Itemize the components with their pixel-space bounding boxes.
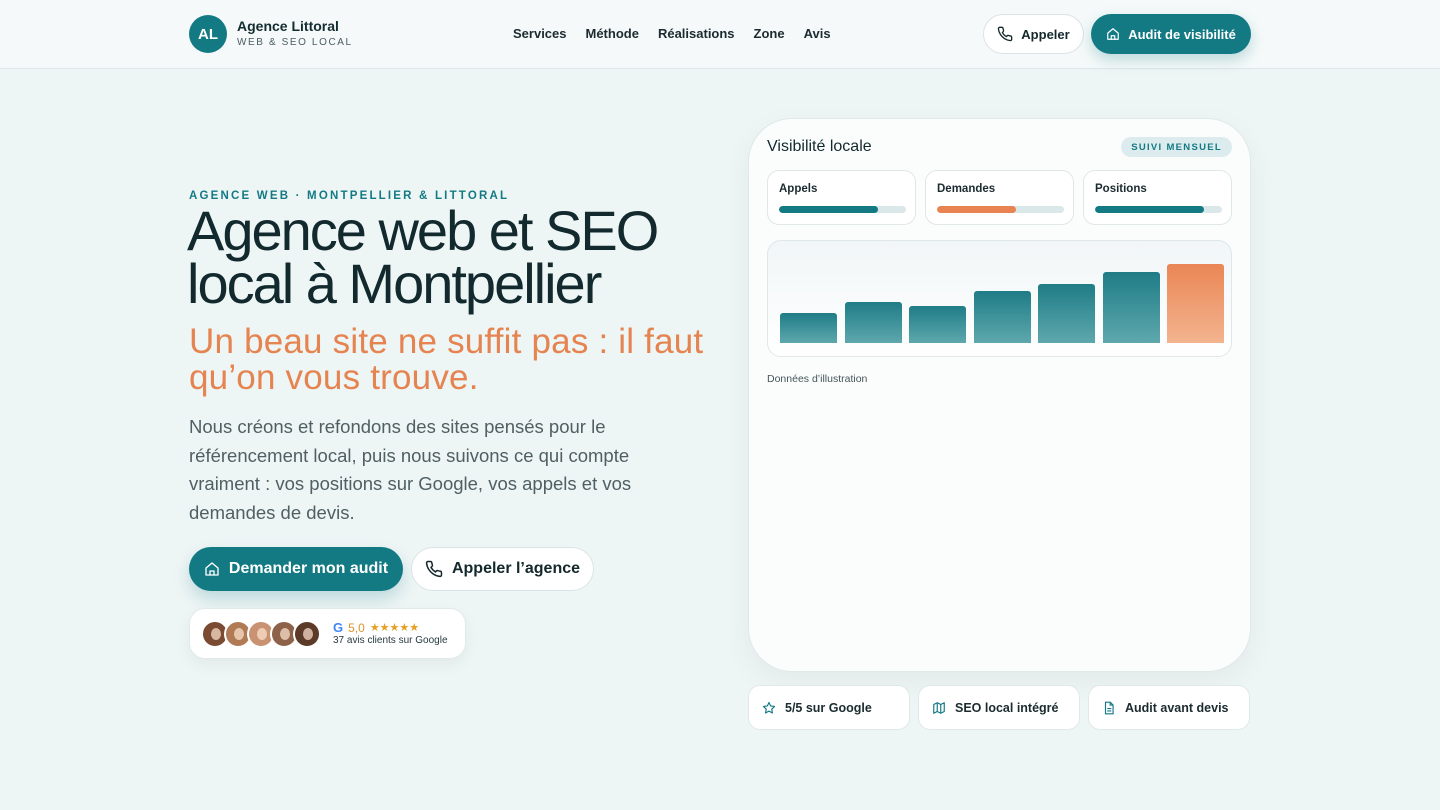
feature-audit-before-quote: Audit avant devis <box>1088 685 1250 730</box>
chart-bar <box>844 302 902 343</box>
request-audit-button[interactable]: Demander mon audit <box>189 547 403 591</box>
feature-label: Audit avant devis <box>1125 700 1229 715</box>
metric-bar <box>779 206 879 213</box>
chart-bar <box>780 313 837 343</box>
chart-bar <box>973 291 1031 343</box>
request-audit-label: Demander mon audit <box>228 560 389 577</box>
logo-tagline: WEB & SEO LOCAL <box>237 37 353 48</box>
metric-bar <box>937 206 1016 213</box>
review-stars: ★★★★★ <box>369 622 420 634</box>
call-button-label: Appeler <box>1021 26 1070 42</box>
bar-chart <box>767 240 1232 357</box>
hero-description: Nous créons et refondons des sites pensé… <box>189 416 632 523</box>
chart-bar <box>1167 264 1224 343</box>
phone-icon <box>425 560 443 578</box>
nav-methode[interactable]: Méthode <box>586 25 639 42</box>
hero-subtitle: Un beau site ne suffit pas : il faut qu’… <box>189 322 704 397</box>
nav-realisations[interactable]: Réalisations <box>658 25 735 42</box>
metric-label: Demandes <box>937 183 996 195</box>
chart-bar <box>1038 284 1095 343</box>
home-icon <box>1107 28 1120 40</box>
nav-services[interactable]: Services <box>513 25 567 42</box>
audit-button-label: Audit de visibilité <box>1128 26 1236 42</box>
nav-zone[interactable]: Zone <box>754 25 785 42</box>
visibility-card: Visibilité locale SUIVI MENSUEL Appels D… <box>748 118 1251 672</box>
metric-positions: Positions <box>1083 170 1232 225</box>
avatar <box>293 620 321 648</box>
audit-button[interactable]: Audit de visibilité <box>1091 14 1251 54</box>
metric-label: Appels <box>779 183 818 195</box>
feature-google-rating: 5/5 sur Google <box>748 685 910 730</box>
main-nav: Services Méthode Réalisations Zone Avis <box>513 25 831 42</box>
card-title: Visibilité locale <box>767 138 872 155</box>
google-reviews-badge[interactable]: G 5,0 ★★★★★ 37 avis clients sur Google <box>189 608 466 659</box>
document-icon <box>1104 701 1114 714</box>
feature-local-seo: SEO local intégré <box>918 685 1080 730</box>
metric-requests: Demandes <box>925 170 1074 225</box>
site-header: AL Agence Littoral WEB & SEO LOCAL Servi… <box>0 0 1440 69</box>
monthly-tracking-badge: SUIVI MENSUEL <box>1121 137 1232 157</box>
phone-icon <box>998 26 1013 42</box>
logo-name: Agence Littoral <box>237 18 339 34</box>
call-agency-label: Appeler l’agence <box>451 560 581 577</box>
metric-bar <box>1095 206 1205 213</box>
nav-avis[interactable]: Avis <box>804 25 831 42</box>
chart-note: Données d’illustration <box>767 373 868 385</box>
customer-avatars <box>201 620 321 648</box>
map-icon <box>933 701 945 714</box>
metric-calls: Appels <box>767 170 916 225</box>
chart-bar <box>1102 272 1160 343</box>
call-agency-button[interactable]: Appeler l’agence <box>411 547 594 591</box>
hero-title-line2: local à Montpellier <box>187 252 602 315</box>
feature-label: 5/5 sur Google <box>785 700 872 715</box>
logo[interactable]: AL Agence Littoral WEB & SEO LOCAL <box>189 15 353 53</box>
google-icon: G <box>333 620 344 635</box>
star-icon <box>762 701 776 714</box>
feature-label: SEO local intégré <box>955 700 1059 715</box>
hero-title: Agence web et SEO local à Montpellier <box>187 203 707 312</box>
logo-badge: AL <box>189 15 227 53</box>
metric-label: Positions <box>1095 183 1147 195</box>
review-rating: 5,0 <box>348 620 365 635</box>
call-button[interactable]: Appeler <box>983 14 1084 54</box>
chart-bar <box>909 306 966 343</box>
review-count: 37 avis clients sur Google <box>333 635 448 646</box>
home-icon <box>205 562 219 576</box>
